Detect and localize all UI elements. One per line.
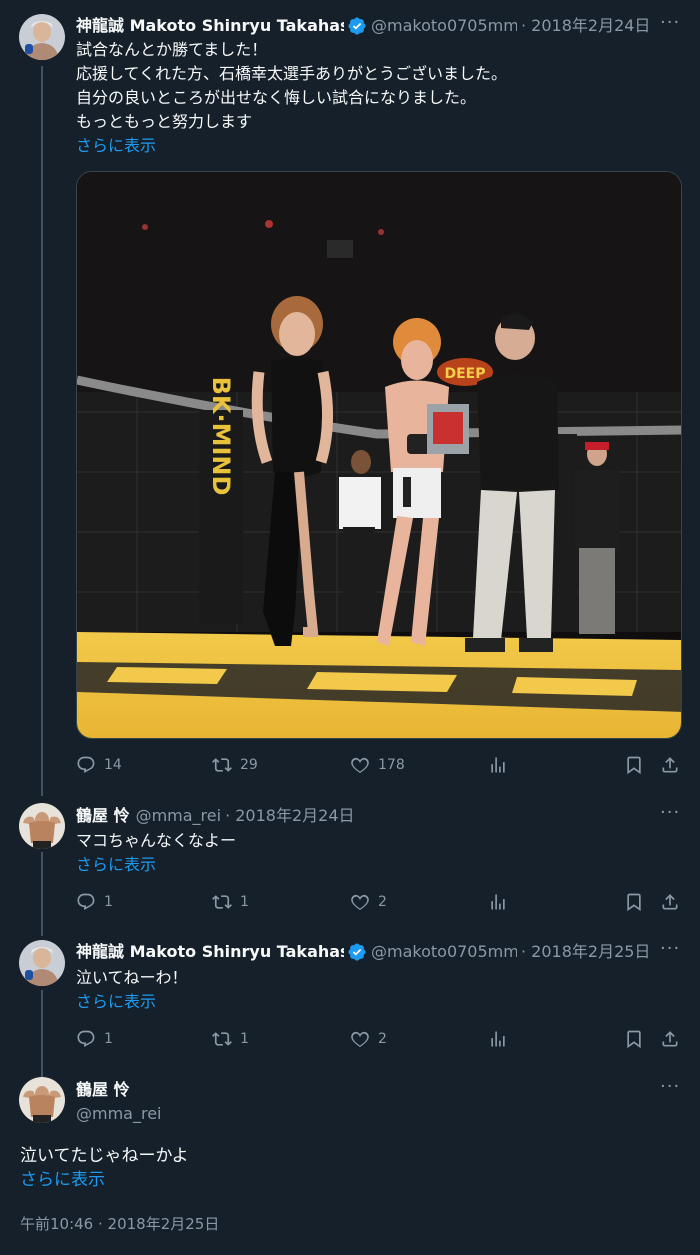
thread-line — [41, 66, 43, 796]
text-line: 泣いてたじゃねーかよ — [20, 1146, 189, 1166]
tweet-header: 神龍誠 Makoto Shinryu Takahashi @makoto0705… — [76, 14, 660, 38]
reply-button[interactable]: 1 — [76, 1028, 113, 1050]
tweet-text: 泣いてたじゃねーかよ さらに表示 — [20, 1144, 680, 1192]
tweet-text: 試合なんとか勝てました！ 応援してくれた方、石橋幸太選手ありがとうございました。… — [76, 38, 680, 158]
tweet-handle-row: @mma_rei — [76, 1102, 660, 1126]
views-button[interactable] — [488, 754, 508, 776]
bookmark-button[interactable] — [624, 754, 644, 776]
bookmark-button[interactable] — [624, 891, 644, 913]
reply-button[interactable]: 1 — [76, 891, 113, 913]
text-line: マコちゃんなくなよー — [76, 831, 237, 850]
like-count: 2 — [378, 894, 387, 910]
text-line: 試合なんとか勝てました！ — [76, 40, 268, 59]
avatar-makoto[interactable] — [19, 940, 65, 986]
tweet-photo[interactable]: BK·MIND DEEP — [76, 171, 682, 739]
bookmark-button[interactable] — [624, 1028, 644, 1050]
tweet-text: 泣いてねーわ！ さらに表示 — [76, 966, 680, 1014]
avatar-rei[interactable] — [19, 803, 65, 849]
share-button[interactable] — [660, 1028, 680, 1050]
retweet-count: 1 — [240, 894, 249, 910]
views-icon — [491, 757, 505, 773]
like-icon — [351, 1031, 369, 1048]
like-button[interactable]: 2 — [350, 1028, 387, 1050]
tweet-actions: 14 29 178 — [76, 754, 680, 776]
retweet-icon — [212, 895, 232, 909]
show-more-link[interactable]: さらに表示 — [76, 990, 680, 1014]
display-name[interactable]: 神龍誠 Makoto Shinryu Takahashi — [76, 940, 344, 964]
tweet-1[interactable]: 神龍誠 Makoto Shinryu Takahashi @makoto0705… — [0, 0, 700, 796]
reply-count: 1 — [104, 1031, 113, 1047]
more-icon[interactable]: ··· — [660, 14, 680, 36]
share-button[interactable] — [660, 754, 680, 776]
handle[interactable]: @mma_rei — [136, 804, 222, 828]
retweet-count: 29 — [240, 757, 258, 773]
show-more-link[interactable]: さらに表示 — [20, 1168, 680, 1192]
share-icon — [662, 894, 678, 910]
views-button[interactable] — [488, 1028, 508, 1050]
like-count: 2 — [378, 1031, 387, 1047]
handle[interactable]: @makoto0705mma — [371, 940, 517, 964]
like-button[interactable]: 178 — [350, 754, 405, 776]
deep-logo-text: DEEP — [444, 366, 485, 382]
show-more-link[interactable]: さらに表示 — [76, 853, 680, 877]
thread-line — [41, 852, 43, 936]
tweet-date[interactable]: · 2018年2月25日 — [521, 940, 650, 964]
tweet-timestamp[interactable]: 午前10:46 · 2018年2月25日 — [20, 1213, 219, 1234]
retweet-icon — [212, 758, 232, 772]
avatar-makoto[interactable] — [19, 14, 65, 60]
tweet-header: 鶴屋 怜 @mma_rei · 2018年2月24日 — [76, 804, 660, 828]
reply-icon — [77, 1030, 95, 1047]
more-icon[interactable]: ··· — [660, 804, 680, 826]
tweet-actions: 1 1 2 — [76, 891, 680, 913]
reply-icon — [77, 756, 95, 773]
tweet-header: 神龍誠 Makoto Shinryu Takahashi @makoto0705… — [76, 940, 660, 964]
reply-icon — [77, 893, 95, 910]
verified-badge-icon — [348, 17, 366, 35]
tweet-header: 鶴屋 怜 — [76, 1078, 660, 1102]
tweet-date[interactable]: · 2018年2月24日 — [521, 14, 650, 38]
verified-badge-icon — [348, 943, 366, 961]
bookmark-icon — [627, 1030, 641, 1049]
retweet-button[interactable]: 29 — [212, 754, 258, 776]
show-more-link[interactable]: さらに表示 — [76, 134, 680, 158]
text-line: 泣いてねーわ！ — [76, 968, 188, 987]
reply-button[interactable]: 14 — [76, 754, 122, 776]
more-icon[interactable]: ··· — [660, 1078, 680, 1100]
display-name[interactable]: 鶴屋 怜 — [76, 1078, 130, 1102]
retweet-icon — [212, 1032, 232, 1046]
share-icon — [662, 757, 678, 773]
handle[interactable]: @mma_rei — [76, 1102, 162, 1126]
display-name[interactable]: 神龍誠 Makoto Shinryu Takahashi — [76, 14, 344, 38]
like-count: 178 — [378, 757, 405, 773]
tweet-actions: 1 1 2 — [76, 1028, 680, 1050]
reply-count: 1 — [104, 894, 113, 910]
reply-count: 14 — [104, 757, 122, 773]
handle[interactable]: @makoto0705mma — [371, 14, 517, 38]
tweet-date[interactable]: · 2018年2月24日 — [225, 804, 354, 828]
tweet-text: マコちゃんなくなよー さらに表示 — [76, 829, 680, 877]
like-button[interactable]: 2 — [350, 891, 387, 913]
views-button[interactable] — [488, 891, 508, 913]
bookmark-icon — [627, 893, 641, 912]
photo-image: BK·MIND DEEP — [77, 172, 681, 738]
views-icon — [491, 1031, 505, 1047]
tweet-2[interactable]: 鶴屋 怜 @mma_rei · 2018年2月24日 ··· マコちゃんなくなよ… — [0, 790, 700, 936]
views-icon — [491, 894, 505, 910]
avatar-rei[interactable] — [19, 1077, 65, 1123]
text-line: 応援してくれた方、石橋幸太選手ありがとうございました。 — [76, 64, 508, 83]
display-name[interactable]: 鶴屋 怜 — [76, 804, 130, 828]
text-line: もっともっと努力します — [76, 112, 253, 131]
like-icon — [351, 894, 369, 911]
share-button[interactable] — [660, 891, 680, 913]
tweet-3[interactable]: 神龍誠 Makoto Shinryu Takahashi @makoto0705… — [0, 926, 700, 1078]
text-line: 自分の良いところが出せなく悔しい試合になりました。 — [76, 88, 477, 107]
retweet-count: 1 — [240, 1031, 249, 1047]
retweet-button[interactable]: 1 — [212, 1028, 249, 1050]
bookmark-icon — [627, 756, 641, 775]
banner-text: BK·MIND — [207, 377, 235, 496]
more-icon[interactable]: ··· — [660, 940, 680, 962]
like-icon — [351, 757, 369, 774]
share-icon — [662, 1031, 678, 1047]
retweet-button[interactable]: 1 — [212, 891, 249, 913]
